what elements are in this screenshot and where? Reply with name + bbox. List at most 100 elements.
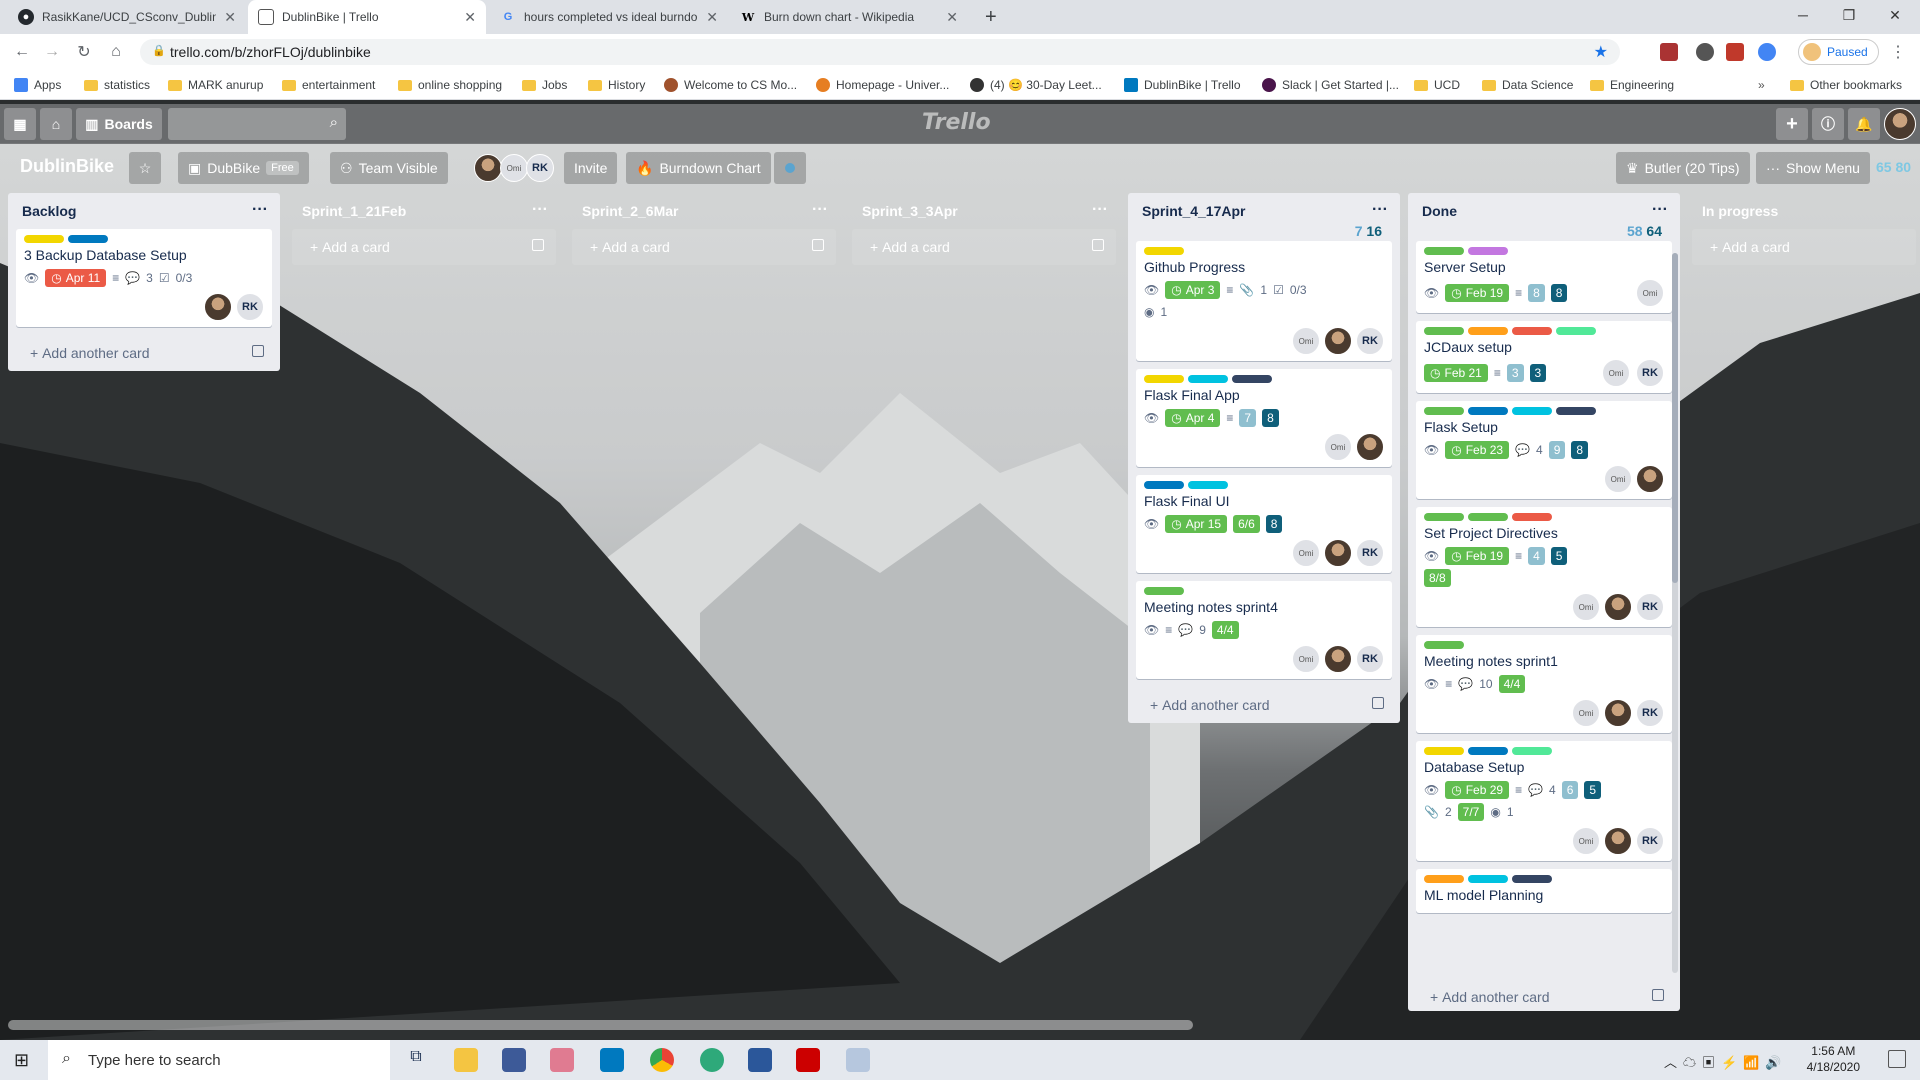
close-tab-icon[interactable]: ✕ <box>464 9 476 26</box>
extension-icon[interactable] <box>1660 43 1678 61</box>
app-icon[interactable] <box>700 1048 724 1072</box>
close-tab-icon[interactable]: ✕ <box>224 9 236 26</box>
list-title[interactable]: Sprint_1_21Feb <box>302 203 406 219</box>
card[interactable]: Flask Setup 👁 ◷ Feb 23 💬 4 9 8 Omi <box>1416 401 1672 499</box>
more-bookmarks-icon[interactable]: » <box>1758 76 1765 94</box>
due-date-badge[interactable]: ◷ Apr 3 <box>1165 281 1221 299</box>
close-window-button[interactable]: ✕ <box>1872 0 1918 30</box>
url-field[interactable]: 🔒 trello.com/b/zhorFLOj/dublinbike ★ <box>140 39 1620 65</box>
powerup-icon[interactable] <box>774 152 806 184</box>
card[interactable]: Flask Final UI 👁 ◷ Apr 15 6/6 8 Omi RK <box>1136 475 1392 573</box>
new-tab-button[interactable]: + <box>975 0 1005 34</box>
app-icon[interactable] <box>550 1048 574 1072</box>
due-date-badge[interactable]: ◷ Apr 4 <box>1165 409 1221 427</box>
task-view-icon[interactable]: ⧉ <box>404 1048 428 1072</box>
profile-button[interactable]: Paused <box>1798 39 1879 65</box>
member-avatar[interactable]: Omi <box>500 154 528 182</box>
vertical-scrollbar[interactable] <box>1672 253 1678 973</box>
trello-logo[interactable]: Trello <box>922 110 991 135</box>
close-tab-icon[interactable]: ✕ <box>706 9 718 26</box>
list-menu-icon[interactable]: ··· <box>1652 201 1668 219</box>
word-icon[interactable] <box>748 1048 772 1072</box>
bookmark-link[interactable]: Homepage - Univer... <box>816 76 949 94</box>
card[interactable]: 3 Backup Database Setup 👁 ◷ Apr 11 ≡ 💬 3 ☑… <box>16 229 272 327</box>
member-avatar[interactable] <box>474 154 502 182</box>
add-card-button[interactable]: + Add a card <box>852 229 1116 265</box>
star-icon[interactable]: ☆ <box>129 152 161 184</box>
card[interactable]: Flask Final App 👁 ◷ Apr 4 ≡ 7 8 Omi <box>1136 369 1392 467</box>
app-icon[interactable] <box>502 1048 526 1072</box>
horizontal-scrollbar[interactable] <box>8 1020 1193 1030</box>
list-title[interactable]: Sprint_3_3Apr <box>862 203 958 219</box>
list-menu-icon[interactable]: ··· <box>1372 201 1388 219</box>
notifications-icon[interactable] <box>1888 1050 1906 1068</box>
card[interactable]: Set Project Directives 👁 ◷ Feb 19 ≡ 4 5 8/8 O… <box>1416 507 1672 627</box>
card[interactable]: Database Setup 👁 ◷ Feb 29 ≡ 💬 4 6 5 📎 2 7/7 ◉ 1 Omi… <box>1416 741 1672 861</box>
browser-tab[interactable]: ● RasikKane/UCD_CSconv_DublinB ✕ <box>8 0 246 34</box>
list-title[interactable]: Sprint_2_6Mar <box>582 203 678 219</box>
bookmark-link[interactable]: Welcome to CS Mo... <box>664 76 797 94</box>
due-date-badge[interactable]: ◷ Apr 11 <box>45 269 107 287</box>
app-icon[interactable] <box>846 1048 870 1072</box>
boards-button[interactable]: ▥ Boards <box>76 108 162 140</box>
list-title[interactable]: In progress <box>1702 203 1778 219</box>
add-card-button[interactable]: + Add a card <box>1692 229 1916 265</box>
card[interactable]: Meeting notes sprint1 👁 ≡ 💬 10 4/4 Omi RK <box>1416 635 1672 733</box>
card[interactable]: Server Setup 👁 ◷ Feb 19 ≡ 8 8 Omi <box>1416 241 1672 313</box>
taskbar-clock[interactable]: 1:56 AM 4/18/2020 <box>1807 1043 1860 1075</box>
user-avatar[interactable] <box>1884 108 1916 140</box>
card-scroll-area[interactable]: Server Setup 👁 ◷ Feb 19 ≡ 8 8 Omi JCDaux setup… <box>1408 241 1680 979</box>
bookmark-folder[interactable]: Engineering <box>1590 76 1674 94</box>
board-title[interactable]: DublinBike <box>20 156 114 177</box>
back-icon[interactable]: ← <box>10 40 34 64</box>
bookmark-folder[interactable]: History <box>588 76 645 94</box>
bookmark-folder[interactable]: online shopping <box>398 76 502 94</box>
invite-button[interactable]: Invite <box>564 152 618 184</box>
visibility-button[interactable]: ⚇ Team Visible <box>330 152 448 184</box>
show-menu-button[interactable]: ··· Show Menu <box>1756 152 1870 184</box>
windows-start-icon[interactable]: ⊞ <box>14 1050 29 1071</box>
card[interactable]: ML model Planning <box>1416 869 1672 913</box>
search-input[interactable]: ⌕ <box>168 108 346 140</box>
list-menu-icon[interactable]: ··· <box>532 201 548 219</box>
add-card-button[interactable]: + Add another card <box>1412 979 1676 1011</box>
browser-tab[interactable]: G hours completed vs ideal burndo ✕ <box>490 0 728 34</box>
add-card-button[interactable]: + Add a card <box>572 229 836 265</box>
add-card-button[interactable]: + Add another card <box>1132 687 1396 723</box>
home-icon[interactable]: ⌂ <box>40 108 72 140</box>
member-avatar[interactable]: RK <box>526 154 554 182</box>
bookmark-apps[interactable]: Apps <box>14 76 61 94</box>
restore-button[interactable]: ❐ <box>1826 0 1872 30</box>
taskbar-search-input[interactable]: ⌕ Type here to search <box>48 1040 390 1080</box>
burndown-chart-button[interactable]: 🔥 Burndown Chart <box>626 152 771 184</box>
bookmark-folder[interactable]: Other bookmarks <box>1790 76 1902 94</box>
bookmark-folder[interactable]: Data Science <box>1482 76 1573 94</box>
close-tab-icon[interactable]: ✕ <box>946 9 958 26</box>
browser-menu-icon[interactable]: ⋮ <box>1886 40 1910 64</box>
browser-tab-active[interactable]: DublinBike | Trello ✕ <box>248 0 486 34</box>
list-title[interactable]: Sprint_4_17Apr <box>1142 203 1245 219</box>
bookmark-link[interactable]: (4) 😊 30-Day Leet... <box>970 76 1102 94</box>
extension-icon[interactable] <box>1696 43 1714 61</box>
card[interactable]: JCDaux setup ◷ Feb 21 ≡ 3 3 Omi RK <box>1416 321 1672 393</box>
bookmark-folder[interactable]: Jobs <box>522 76 567 94</box>
acrobat-icon[interactable] <box>796 1048 820 1072</box>
add-card-button[interactable]: + Add another card <box>12 335 276 371</box>
list-menu-icon[interactable]: ··· <box>1092 201 1108 219</box>
minimize-button[interactable]: ─ <box>1780 0 1826 30</box>
bookmark-link[interactable]: Slack | Get Started |... <box>1262 76 1399 94</box>
browser-tab[interactable]: W Burn down chart - Wikipedia ✕ <box>730 0 968 34</box>
list-title[interactable]: Done <box>1422 203 1457 219</box>
bookmark-star-icon[interactable]: ★ <box>1594 42 1608 62</box>
home-icon[interactable]: ⌂ <box>104 40 128 64</box>
forward-icon[interactable]: → <box>40 40 64 64</box>
bookmark-link[interactable]: DublinBike | Trello <box>1124 76 1241 94</box>
list-menu-icon[interactable]: ··· <box>812 201 828 219</box>
bookmark-folder[interactable]: MARK anurup <box>168 76 263 94</box>
bookmark-folder[interactable]: UCD <box>1414 76 1460 94</box>
card[interactable]: Meeting notes sprint4 👁 ≡ 💬 9 4/4 Omi RK <box>1136 581 1392 679</box>
card[interactable]: Github Progress 👁 ◷ Apr 3 ≡ 📎 1 ☑ 0/3 ◉ 1 Om… <box>1136 241 1392 361</box>
team-button[interactable]: ▣ DubBike Free <box>178 152 309 184</box>
butler-button[interactable]: ♛ Butler (20 Tips) <box>1616 152 1750 184</box>
extension-icon[interactable] <box>1758 43 1776 61</box>
